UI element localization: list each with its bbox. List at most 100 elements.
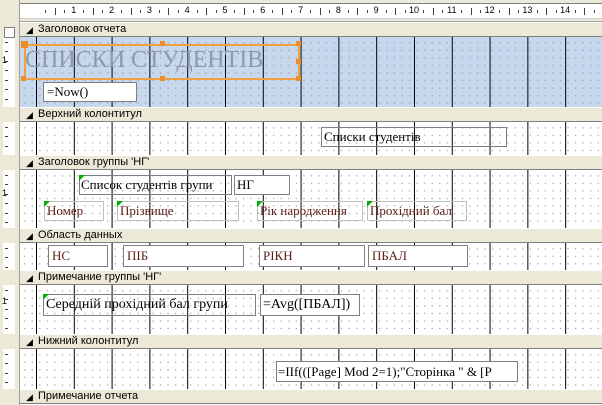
section-bar-group-header[interactable]: ◢ Заголовок группы 'НГ' (20, 155, 602, 170)
ruler-number: 6 (260, 5, 266, 15)
resize-handle-top[interactable] (160, 41, 165, 46)
ruler-tick (357, 8, 359, 15)
field-pib-textbox[interactable]: ПІБ (123, 245, 244, 267)
ruler-tick (508, 8, 510, 15)
section-body-report-header[interactable]: СПИСКИ СТУДЕНТІВ =Now() (20, 37, 602, 107)
section-bar-page-footer[interactable]: ◢ Нижний колонтитул (20, 334, 602, 349)
section-marker-icon: ◢ (26, 110, 33, 120)
section-body-group-footer[interactable]: Середній прохідний бал групи =Avg([ПБАЛ]… (20, 285, 602, 334)
field-nc-textbox[interactable]: НС (48, 245, 108, 267)
ruler-tick (347, 10, 349, 13)
section-marker-icon: ◢ (26, 392, 33, 402)
ruler-tick (574, 10, 576, 13)
ruler-tick (5, 327, 8, 329)
ruler-tick (5, 266, 8, 268)
ruler-tick (461, 10, 463, 13)
resize-handle-top-right[interactable] (296, 41, 301, 46)
ruler-tick (272, 10, 274, 13)
group-title-label[interactable]: Список студентів групи (79, 175, 232, 195)
ruler-tick (584, 8, 586, 15)
section-title: Примечание отчета (38, 390, 139, 402)
resize-handle-bottom-left[interactable] (21, 76, 26, 81)
horizontal-ruler: 1 2 3 4 5 6 7 8 9 10 11 12 13 14 (0, 0, 602, 22)
report-selector[interactable] (4, 27, 15, 38)
section-body-group-header[interactable]: Список студентів групи НГ Номер Прізвище… (20, 170, 602, 228)
section-bar-page-header[interactable]: ◢ Верхний колонтитул (20, 107, 602, 122)
ruler-number: 4 (184, 5, 190, 15)
ruler-tick (121, 10, 123, 13)
report-title-label[interactable]: СПИСКИ СТУДЕНТІВ (25, 44, 299, 80)
ruler-tick (5, 89, 8, 91)
error-marker-icon (79, 175, 85, 181)
ruler-tick (404, 10, 406, 13)
section-bar-report-footer[interactable]: ◢ Примечание отчета (20, 389, 602, 404)
ruler-tick (5, 145, 8, 147)
section-title: Заголовок отчета (38, 23, 127, 35)
ruler-tick (158, 10, 160, 13)
ruler-tick (5, 212, 8, 214)
ruler-tick (253, 10, 255, 13)
ruler-number: 13 (522, 5, 533, 15)
ruler-tick (5, 248, 8, 249)
ruler-tick (5, 184, 8, 186)
field-pbal-textbox[interactable]: ПБАЛ (368, 245, 468, 267)
ruler-tick (310, 10, 312, 13)
column-score-label[interactable]: Прохідний бал (367, 201, 467, 221)
ruler-tick (5, 127, 8, 128)
section-body-detail[interactable]: НС ПІБ РІКН ПБАЛ (20, 243, 602, 270)
average-label[interactable]: Середній прохідний бал групи (43, 294, 256, 316)
ruler-tick (5, 382, 8, 384)
ruler-tick (5, 372, 8, 374)
ruler-tick (366, 10, 368, 13)
now-textbox[interactable]: =Now() (43, 82, 137, 102)
ruler-tick (54, 8, 56, 15)
section-bar-report-header[interactable]: ◢ Заголовок отчета (20, 22, 602, 37)
move-handle[interactable] (21, 41, 28, 48)
vertical-ruler: 1 1 1 (0, 22, 20, 405)
page-header-label[interactable]: Списки студентів (321, 127, 507, 147)
average-expression-textbox[interactable]: =Avg([ПБАЛ]) (260, 294, 360, 316)
ruler-tick (328, 10, 330, 13)
resize-handle-bottom[interactable] (160, 76, 165, 81)
ruler-tick (5, 42, 8, 43)
ruler-number: 3 (146, 5, 152, 15)
column-surname-label[interactable]: Прізвище (117, 201, 239, 221)
ruler-tick (5, 79, 8, 81)
group-value-textbox[interactable]: НГ (234, 175, 290, 195)
ruler-tick (291, 10, 293, 13)
ruler-tick (177, 10, 179, 13)
resize-handle-bottom-right[interactable] (296, 76, 301, 81)
section-marker-icon: ◢ (26, 273, 33, 283)
section-body-page-header[interactable]: Списки студентів (20, 122, 602, 155)
column-birth-year-label[interactable]: Рік народження (257, 201, 363, 221)
ruler-number: 5 (222, 5, 228, 15)
ruler-tick (517, 10, 519, 13)
ruler-tick (480, 10, 482, 13)
section-bar-detail[interactable]: ◢ Область данных (20, 228, 602, 243)
ruler-tick (243, 8, 245, 15)
ruler-tick (168, 8, 170, 15)
resize-handle-right[interactable] (296, 59, 301, 64)
ruler-number: 1 (2, 55, 8, 65)
ruler-number: 7 (298, 5, 304, 15)
ruler-number: 1 (2, 296, 8, 306)
error-marker-icon (43, 294, 49, 300)
ruler-tick (5, 257, 8, 259)
section-marker-icon: ◢ (26, 337, 33, 347)
ruler-strip (3, 170, 15, 228)
column-number-label[interactable]: Номер (44, 201, 104, 221)
ruler-tick (395, 8, 397, 15)
ruler-tick (432, 8, 434, 15)
field-rikn-textbox[interactable]: РІКН (259, 245, 365, 267)
ruler-strip: 1 2 3 4 5 6 7 8 9 10 11 12 13 14 (20, 3, 602, 19)
ruler-tick (5, 98, 8, 100)
ruler-tick (5, 318, 8, 320)
error-marker-icon (44, 201, 50, 207)
section-title: Верхний колонтитул (38, 108, 142, 120)
section-body-page-footer[interactable]: =IIf(([Page] Mod 2=1);"Сторінка " & [P (20, 349, 602, 389)
ruler-tick (215, 10, 217, 13)
ruler-tick (130, 8, 132, 15)
section-bar-group-footer[interactable]: ◢ Примечание группы 'НГ' (20, 270, 602, 285)
ruler-tick (83, 10, 85, 13)
page-number-expression-textbox[interactable]: =IIf(([Page] Mod 2=1);"Сторінка " & [P (276, 361, 518, 382)
